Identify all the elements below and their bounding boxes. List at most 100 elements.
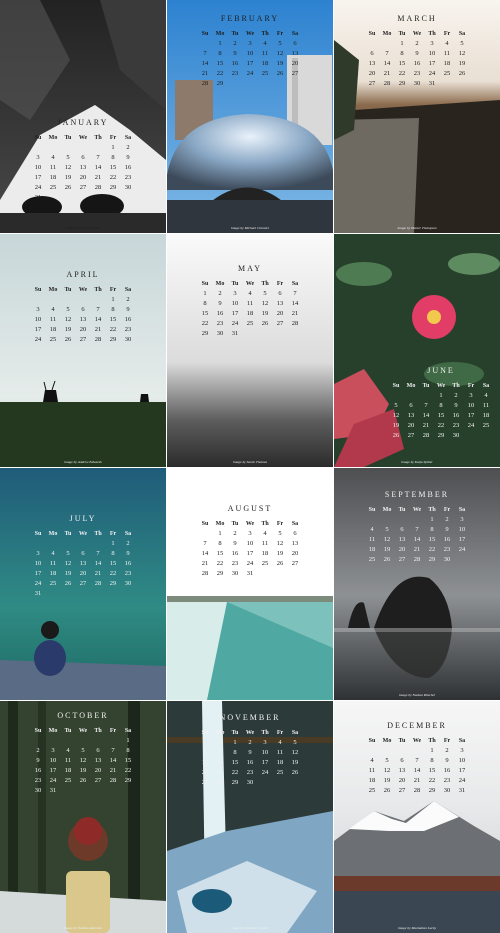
day-cell (479, 430, 494, 440)
weekday-label: Mo (215, 729, 225, 736)
day-cell: 5 (385, 756, 389, 764)
weekday-label: Th (452, 382, 460, 389)
weekday-label: Su (201, 280, 209, 287)
weekday-label: Tu (64, 286, 72, 293)
day-cell: 5 (81, 746, 85, 754)
week-row: 25 26 27 28 29 30 (365, 554, 470, 564)
day-cell: 23 (216, 319, 224, 327)
day-cell: 12 (79, 756, 87, 764)
days-table: Su Mo Tu We Th Fr Sa 1 2 3 4 5 6 7 8 9 10 11 12 13 14… (198, 29, 303, 88)
day-cell: 13 (407, 411, 415, 419)
calendar-november: NOVEMBER Su Mo Tu We Th Fr Sa 1234567891… (167, 713, 333, 787)
day-cell: 11 (64, 756, 72, 764)
day-cell: 11 (368, 535, 376, 543)
day-cell: 7 (96, 305, 100, 313)
day-cell: 26 (392, 431, 400, 439)
calendar-july: JULY Su Mo Tu We Th Fr Sa 1 2 3 4 5 6 7 8 9 10 11 1… (0, 514, 166, 598)
day-cell: 20 (94, 766, 102, 774)
day-cell: 25 (368, 786, 376, 794)
day-cell: 20 (398, 776, 406, 784)
day-cell: 23 (443, 776, 451, 784)
week-row: 7 8 9 10 11 12 13 (198, 538, 303, 548)
day-cell: 10 (34, 559, 42, 567)
day-cell (380, 514, 395, 524)
day-cell: 12 (64, 315, 72, 323)
day-cell (288, 777, 303, 787)
day-cell: 4 (66, 746, 70, 754)
day-cell: 18 (482, 411, 490, 419)
day-cell: 3 (460, 515, 464, 523)
day-cell: 2 (126, 539, 130, 547)
day-cell: 25 (276, 768, 284, 776)
day-cell: 10 (246, 49, 254, 57)
day-cell (91, 538, 106, 548)
week-row: 12 (31, 142, 136, 152)
week-row: 26 27 28 29 30 (389, 430, 494, 440)
day-cell: 31 (458, 786, 466, 794)
day-cell: 17 (231, 309, 239, 317)
day-cell: 18 (49, 173, 57, 181)
day-cell: 24 (458, 545, 466, 553)
day-cell (91, 142, 106, 152)
day-cell: 26 (64, 335, 72, 343)
calendar-august: AUGUST Su Mo Tu We Th Fr Sa 1 2 3 4 5 6 7 8 9 10 1… (167, 504, 333, 578)
day-cell: 17 (261, 758, 269, 766)
weekday-label: Tu (231, 280, 239, 287)
day-cell: 16 (231, 549, 239, 557)
month-title: DECEMBER (387, 721, 447, 730)
weekday-label: We (78, 727, 88, 734)
day-cell: 22 (428, 776, 436, 784)
month-title: MARCH (397, 14, 437, 23)
day-cell: 2 (36, 746, 40, 754)
day-cell (106, 588, 121, 598)
day-cell: 22 (109, 173, 117, 181)
day-cell: 8 (400, 49, 404, 57)
day-cell: 5 (385, 525, 389, 533)
day-cell: 30 (443, 786, 451, 794)
day-cell: 6 (293, 39, 297, 47)
day-cell: 21 (109, 766, 117, 774)
day-cell: 29 (109, 335, 117, 343)
day-cell: 23 (413, 69, 421, 77)
day-cell: 25 (368, 555, 376, 563)
week-row: 11 12 13 14 15 16 17 (365, 765, 470, 775)
day-cell: 24 (261, 768, 269, 776)
day-cell: 4 (51, 549, 55, 557)
day-cell: 3 (36, 549, 40, 557)
week-row: 10 11 12 13 14 15 16 (31, 558, 136, 568)
week-row: 21 22 23 24 25 26 27 (198, 68, 303, 78)
day-cell (258, 78, 273, 88)
day-cell: 16 (443, 535, 451, 543)
week-row: 1 2 3 4 (389, 390, 494, 400)
day-cell: 7 (415, 756, 419, 764)
day-cell: 28 (413, 786, 421, 794)
day-cell: 29 (201, 329, 209, 337)
calendar-tile-june: JUNE Su Mo Tu We Th Fr Sa 1 2 3 4 5 6 7 8 9 10 11 1… (334, 234, 500, 467)
day-cell: 11 (261, 49, 269, 57)
day-cell: 19 (276, 549, 284, 557)
day-cell: 22 (437, 421, 445, 429)
day-cell (61, 294, 76, 304)
day-cell (243, 328, 258, 338)
day-cell: 9 (126, 549, 130, 557)
day-cell: 6 (400, 756, 404, 764)
day-cell: 2 (126, 143, 130, 151)
weekday-label: Su (392, 382, 400, 389)
day-cell: 23 (452, 421, 460, 429)
day-cell (46, 538, 61, 548)
day-cell: 31 (34, 193, 42, 201)
photo-credit: image by Hunter Thompson (397, 226, 437, 230)
day-cell: 29 (109, 579, 117, 587)
week-row: 7 8 9 10 11 12 13 (198, 48, 303, 58)
day-cell (76, 192, 91, 202)
week-row: 25 26 27 28 29 30 31 (365, 785, 470, 795)
photo-credit: image by Beth Barnesille (65, 226, 101, 230)
weekday-label: We (78, 286, 88, 293)
weekday-label: Mo (48, 134, 58, 141)
weekday-label: Mo (215, 520, 225, 527)
day-cell: 7 (293, 289, 297, 297)
day-cell: 15 (109, 559, 117, 567)
day-cell: 9 (218, 299, 222, 307)
week-row: 12 (31, 294, 136, 304)
day-cell (61, 192, 76, 202)
